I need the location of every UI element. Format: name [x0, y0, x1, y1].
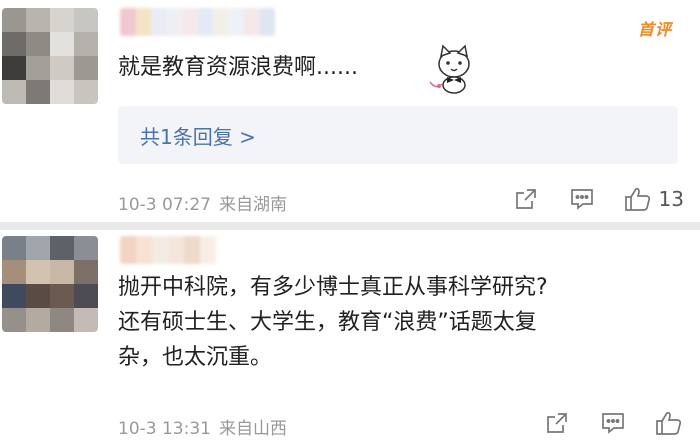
username-pixel — [200, 236, 216, 264]
avatar-pixel — [2, 284, 26, 308]
comment-text-line: 杂，也太沉重。 — [118, 345, 273, 370]
comment-text: 抛开中科院，有多少博士真正从事科学研究? 还有硕士生、大学生，教育“浪费”话题太… — [118, 270, 688, 375]
share-icon — [515, 189, 536, 209]
avatar-pixel — [50, 284, 74, 308]
share-button[interactable] — [511, 184, 541, 214]
comment-text: 就是教育资源浪费啊...... — [118, 55, 358, 80]
avatar-pixel — [26, 80, 50, 104]
comment-text-line: 抛开中科院，有多少博士真正从事科学研究? — [118, 275, 548, 300]
avatar-pixel — [50, 236, 74, 260]
avatar-pixel — [74, 56, 98, 80]
avatar-pixel — [74, 80, 98, 104]
username-pixel — [120, 236, 136, 264]
avatar-pixel — [74, 8, 98, 32]
comment-item-2: 抛开中科院，有多少博士真正从事科学研究? 还有硕士生、大学生，教育“浪费”话题太… — [0, 230, 700, 445]
username-pixel — [166, 8, 182, 36]
avatar-pixel — [74, 284, 98, 308]
username-pixel — [151, 8, 167, 36]
avatar-pixel — [26, 260, 50, 284]
comment-actions — [516, 408, 684, 438]
username-pixel — [136, 236, 152, 264]
avatar-pixel — [74, 260, 98, 284]
avatar-pixel — [26, 308, 50, 332]
avatar-pixel — [2, 308, 26, 332]
username-pixel — [259, 8, 275, 36]
comment-item-1: 首评 就是教育资源浪费啊...... 共1条回复 > 10-3 07:27 来自湖… — [0, 0, 700, 222]
username-pixel — [228, 8, 244, 36]
avatar-pixel — [50, 56, 74, 80]
avatar-pixel — [2, 8, 26, 32]
comment-time: 10-3 07:27 — [118, 195, 211, 215]
username-pixel — [213, 8, 229, 36]
username-pixel — [168, 236, 184, 264]
avatar-pixel — [2, 80, 26, 104]
avatar-pixel — [26, 56, 50, 80]
username-pixel — [135, 8, 151, 36]
comment-meta: 10-3 13:31 来自山西 — [118, 414, 287, 439]
avatar-pixel — [26, 8, 50, 32]
avatar-pixel — [74, 236, 98, 260]
comment-divider — [0, 222, 700, 230]
share-button[interactable] — [542, 408, 572, 438]
avatar-pixel — [50, 260, 74, 284]
view-replies-link[interactable]: 共1条回复 > — [140, 121, 256, 150]
avatar-pixel — [50, 8, 74, 32]
username-pixel — [182, 8, 198, 36]
first-comment-badge: 首评 — [637, 20, 672, 39]
avatar-pixel — [2, 32, 26, 56]
avatar[interactable] — [2, 8, 98, 104]
avatar-pixel — [2, 260, 26, 284]
username-pixel — [120, 8, 136, 36]
comment-time: 10-3 13:31 — [118, 419, 211, 439]
username-pixel — [184, 236, 200, 264]
avatar-pixel — [74, 308, 98, 332]
avatar-pixel — [26, 32, 50, 56]
username-blurred[interactable] — [120, 236, 232, 264]
reply-box: 共1条回复 > — [118, 106, 678, 164]
like-button[interactable] — [623, 184, 653, 214]
username-blurred[interactable] — [120, 8, 275, 36]
comment-button[interactable] — [567, 184, 597, 214]
avatar-pixel — [26, 284, 50, 308]
cat-sticker-icon — [429, 44, 470, 94]
avatar-pixel — [26, 236, 50, 260]
comment-text-line: 还有硕士生、大学生，教育“浪费”话题太复 — [118, 310, 537, 335]
like-count: 13 — [658, 187, 684, 211]
avatar-pixel — [2, 56, 26, 80]
comment-bubble-icon — [602, 413, 624, 434]
comment-bubble-icon — [570, 189, 593, 210]
thumbs-up-icon — [656, 411, 682, 435]
comment-location: 来自湖南 — [218, 195, 287, 215]
share-icon — [547, 413, 567, 433]
comment-actions: 13 — [485, 184, 684, 214]
comment-meta: 10-3 07:27 来自湖南 — [118, 190, 287, 215]
avatar-pixel — [50, 80, 74, 104]
username-pixel — [197, 8, 213, 36]
comment-location: 来自山西 — [218, 419, 287, 439]
comment-button[interactable] — [598, 408, 628, 438]
like-button[interactable] — [654, 408, 684, 438]
avatar-pixel — [50, 308, 74, 332]
avatar-pixel — [2, 236, 26, 260]
username-pixel — [152, 236, 168, 264]
avatar-pixel — [74, 32, 98, 56]
username-pixel — [244, 8, 260, 36]
avatar[interactable] — [2, 236, 98, 332]
avatar-pixel — [50, 32, 74, 56]
thumbs-up-icon — [624, 187, 650, 211]
